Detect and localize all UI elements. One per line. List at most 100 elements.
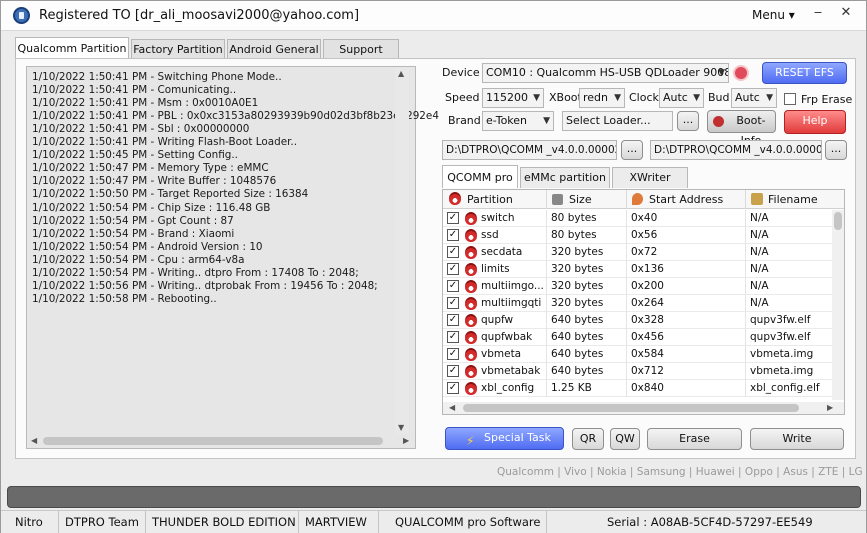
path2-browse-button[interactable]: ... bbox=[825, 140, 847, 160]
tab-factory-partition[interactable]: Factory Partition bbox=[131, 39, 225, 59]
boot-info-button[interactable]: Boot-Info bbox=[707, 110, 776, 147]
table-cell: N/A bbox=[746, 227, 833, 244]
table-row[interactable]: ✓ multiimgo... 320 bytes 0x200 N/A bbox=[443, 278, 833, 295]
subtab-qcomm-pro[interactable]: QCOMM pro bbox=[442, 165, 518, 188]
col-size[interactable]: Size bbox=[547, 190, 627, 209]
status-serial: Serial : A08AB-5CF4D-57297-EE549 bbox=[607, 515, 813, 529]
grid-scroll-left-icon[interactable]: ◀ bbox=[449, 403, 455, 412]
table-row[interactable]: ✓ multiimgqti 320 bytes 0x264 N/A bbox=[443, 295, 833, 312]
boot-info-icon bbox=[713, 116, 724, 127]
table-row[interactable]: ✓ vbmetabak 640 bytes 0x712 vbmeta.img bbox=[443, 363, 833, 380]
clock-select[interactable]: Autc ▼ bbox=[659, 88, 704, 108]
write-button[interactable]: Write bbox=[750, 428, 844, 450]
qw-button[interactable]: QW bbox=[610, 428, 640, 450]
table-cell: 0x456 bbox=[627, 329, 746, 346]
xboot-label: XBoot bbox=[549, 91, 582, 104]
scroll-left-icon[interactable]: ◀ bbox=[31, 436, 37, 445]
log-vertical-scrollbar[interactable]: ▲ ▼ bbox=[395, 68, 409, 434]
menu-button[interactable]: Menu ▾ bbox=[752, 8, 795, 22]
tab-support[interactable]: Support bbox=[323, 39, 399, 59]
log-line: 1/10/2022 1:50:54 PM - Chip Size : 116.4… bbox=[32, 201, 271, 214]
table-cell: 0x712 bbox=[627, 363, 746, 380]
table-cell: limits bbox=[443, 261, 547, 278]
col-partition[interactable]: Partition bbox=[443, 190, 547, 209]
special-task-button[interactable]: ⚡ Special Task bbox=[445, 427, 564, 450]
clock-label: Clock bbox=[629, 91, 659, 104]
table-cell: qupfw bbox=[443, 312, 547, 329]
log-line: 1/10/2022 1:50:47 PM - Memory Type : eMM… bbox=[32, 162, 269, 175]
title-bar: Registered TO [dr_ali_moosavi2000@yahoo.… bbox=[1, 1, 866, 31]
scroll-right-icon[interactable]: ▶ bbox=[403, 436, 409, 445]
partition-col-icon bbox=[449, 192, 461, 205]
table-row[interactable]: ✓ limits 320 bytes 0x136 N/A bbox=[443, 261, 833, 278]
col-filename[interactable]: Filename bbox=[746, 190, 844, 209]
firmware-path-2[interactable]: D:\DTPRO\QCOMM _v4.0.0.000002 bbox=[650, 140, 822, 160]
table-cell: N/A bbox=[746, 244, 833, 261]
table-cell: vbmeta.img bbox=[746, 346, 833, 363]
device-label: Device bbox=[442, 66, 480, 79]
grid-header: Partition Size Start Address Filename bbox=[443, 190, 844, 209]
help-button[interactable]: Help bbox=[784, 110, 846, 134]
table-row[interactable]: ✓ xbl_config 1.25 KB 0x840 xbl_config.elf bbox=[443, 380, 833, 397]
brand-select[interactable]: e-Token ▼ bbox=[482, 111, 554, 131]
table-cell: 0x200 bbox=[627, 278, 746, 295]
close-icon[interactable]: ✕ bbox=[834, 4, 858, 22]
table-row[interactable]: ✓ vbmeta 640 bytes 0x584 vbmeta.img bbox=[443, 346, 833, 363]
table-cell: 320 bytes bbox=[547, 295, 627, 312]
table-row[interactable]: ✓ switch 80 bytes 0x40 N/A bbox=[443, 210, 833, 227]
reset-efs-button[interactable]: RESET EFS bbox=[762, 62, 847, 84]
table-cell: vbmeta.img bbox=[746, 363, 833, 380]
loader-field[interactable]: Select Loader... bbox=[562, 111, 673, 131]
col-start-address[interactable]: Start Address bbox=[627, 190, 746, 209]
erase-button[interactable]: Erase bbox=[647, 428, 742, 450]
log-line: 1/10/2022 1:50:54 PM - Brand : Xiaomi bbox=[32, 227, 235, 240]
partition-grid: Partition Size Start Address Filename ✓ s… bbox=[442, 189, 845, 415]
table-cell: ssd bbox=[443, 227, 547, 244]
frp-erase-checkbox[interactable] bbox=[784, 93, 796, 105]
table-cell: qupfwbak bbox=[443, 329, 547, 346]
table-row[interactable]: ✓ qupfw 640 bytes 0x328 qupv3fw.elf bbox=[443, 312, 833, 329]
subtab-emmc-partition[interactable]: eMMc partition bbox=[520, 167, 610, 188]
xboot-select[interactable]: redn ▼ bbox=[579, 88, 625, 108]
grid-scroll-right-icon[interactable]: ▶ bbox=[827, 403, 833, 412]
firmware-path-1[interactable]: D:\DTPRO\QCOMM _v4.0.0.00002C bbox=[442, 140, 617, 160]
scroll-up-icon[interactable]: ▲ bbox=[398, 69, 404, 78]
table-cell: vbmeta bbox=[443, 346, 547, 363]
table-cell: 0x40 bbox=[627, 210, 746, 227]
log-line: 1/10/2022 1:50:54 PM - Gpt Count : 87 bbox=[32, 214, 234, 227]
loader-browse-button[interactable]: ... bbox=[677, 111, 699, 131]
subtab-xwriter[interactable]: XWriter bbox=[612, 167, 688, 188]
grid-horizontal-scrollbar[interactable]: ◀ ▶ bbox=[443, 402, 844, 414]
table-cell: 0x840 bbox=[627, 380, 746, 397]
table-cell: 0x584 bbox=[627, 346, 746, 363]
table-cell: switch bbox=[443, 210, 547, 227]
bud-select[interactable]: Autc ▼ bbox=[731, 88, 777, 108]
path1-browse-button[interactable]: ... bbox=[621, 140, 643, 160]
log-line: 1/10/2022 1:50:41 PM - PBL : 0x0xc3153a8… bbox=[32, 110, 439, 123]
window-title: Registered TO [dr_ali_moosavi2000@yahoo.… bbox=[39, 8, 360, 23]
tab-android-general[interactable]: Android General bbox=[227, 39, 321, 59]
minimize-icon[interactable]: ‒ bbox=[806, 4, 830, 22]
scroll-down-icon[interactable]: ▼ bbox=[398, 423, 404, 432]
table-row[interactable]: ✓ qupfwbak 640 bytes 0x456 qupv3fw.elf bbox=[443, 329, 833, 346]
table-cell: N/A bbox=[746, 295, 833, 312]
table-row[interactable]: ✓ ssd 80 bytes 0x56 N/A bbox=[443, 227, 833, 244]
log-scroll-thumb[interactable] bbox=[43, 437, 383, 445]
table-row[interactable]: ✓ secdata 320 bytes 0x72 N/A bbox=[443, 244, 833, 261]
table-cell: qupv3fw.elf bbox=[746, 312, 833, 329]
bud-label: Bud bbox=[708, 91, 730, 104]
qr-button[interactable]: QR bbox=[572, 428, 604, 450]
table-cell: secdata bbox=[443, 244, 547, 261]
table-cell: 1.25 KB bbox=[547, 380, 627, 397]
log-horizontal-scrollbar[interactable]: ◀ ▶ bbox=[29, 434, 413, 448]
device-select[interactable]: COM10 : Qualcomm HS-USB QDLoader 9008 ▼ bbox=[482, 63, 729, 83]
grid-vertical-scrollbar[interactable] bbox=[832, 210, 844, 400]
speed-select[interactable]: 115200 ▼ bbox=[482, 88, 544, 108]
tab-qualcomm-partition[interactable]: Qualcomm Partition bbox=[15, 37, 129, 59]
table-cell: N/A bbox=[746, 278, 833, 295]
log-line: 1/10/2022 1:50:41 PM - Sbl : 0x00000000 bbox=[32, 123, 250, 136]
refresh-device-icon[interactable] bbox=[733, 65, 749, 81]
table-cell: 0x72 bbox=[627, 244, 746, 261]
table-cell: multiimgqti bbox=[443, 295, 547, 312]
table-cell: 640 bytes bbox=[547, 312, 627, 329]
